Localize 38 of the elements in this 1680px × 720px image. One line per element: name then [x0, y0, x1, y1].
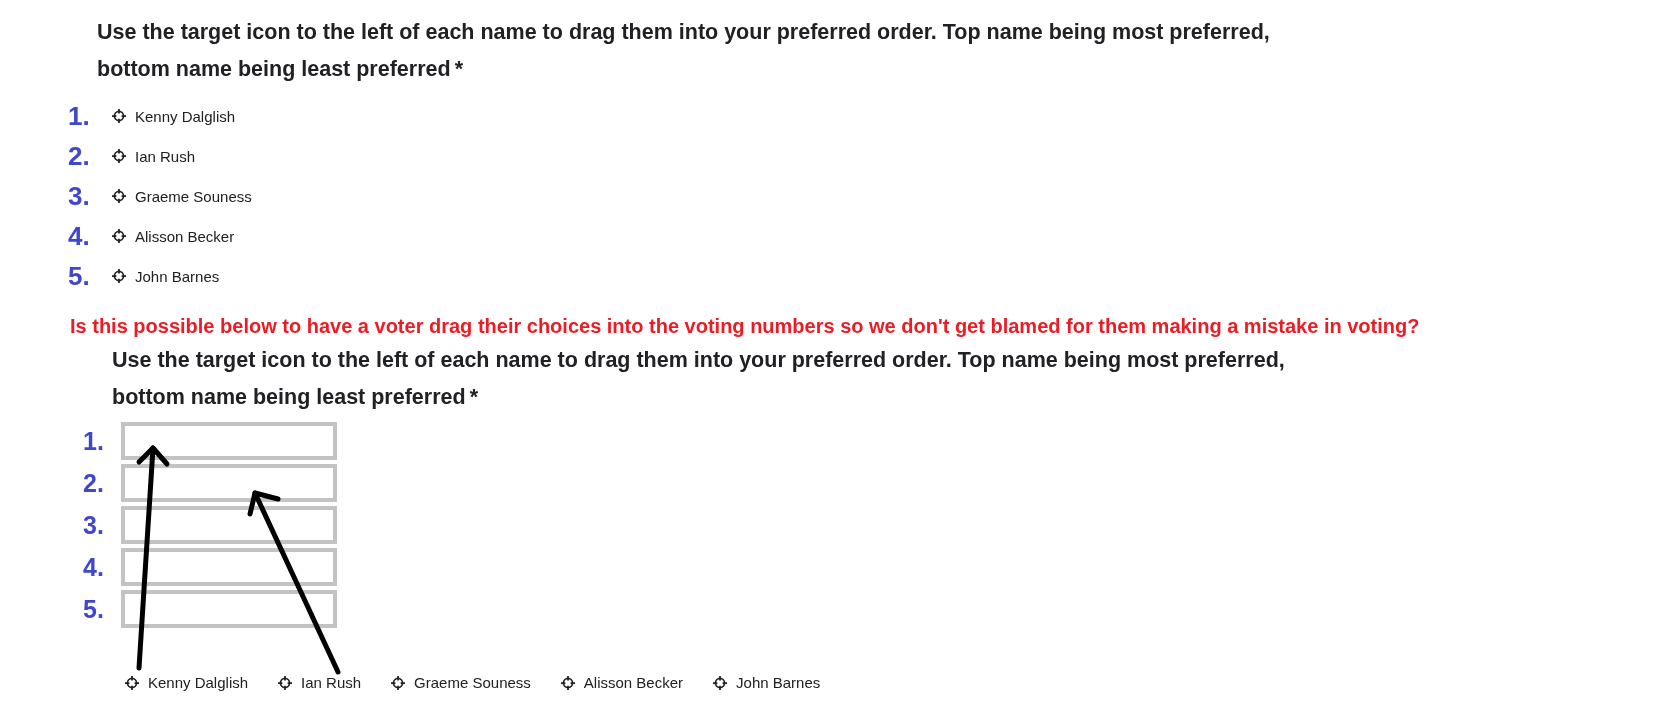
question-text: Use the target icon to the left of each name to drag them into your preferred order. Top name being most preferred, bottom name being least preferred *	[112, 347, 1286, 411]
slot-number: 3.	[83, 510, 105, 540]
crosshair-icon	[112, 189, 126, 203]
crosshair-icon	[112, 149, 126, 163]
rank-number: 1.	[68, 100, 91, 132]
drop-slot[interactable]	[121, 464, 337, 502]
drop-slot[interactable]	[121, 422, 337, 460]
crosshair-icon	[112, 229, 126, 243]
draggable-name[interactable]: Ian Rush	[278, 674, 362, 691]
drop-slot[interactable]	[121, 506, 337, 544]
crosshair-icon	[560, 675, 575, 690]
draggable-name[interactable]: John Barnes	[713, 674, 821, 691]
crosshair-icon	[713, 675, 728, 690]
rank-number: 4.	[68, 220, 91, 252]
draggable-name[interactable]: Graeme Souness	[112, 187, 252, 205]
draggable-name[interactable]: Alisson Becker	[112, 227, 235, 245]
crosshair-icon	[112, 109, 126, 123]
draggable-name[interactable]: Graeme Souness	[391, 674, 531, 691]
slot-number: 2.	[83, 468, 105, 498]
rank-number: 2.	[68, 140, 91, 172]
draggable-name[interactable]: Kenny Dalglish	[125, 674, 249, 691]
slot-number: 4.	[83, 552, 105, 582]
crosshair-icon	[125, 675, 139, 690]
drop-slot[interactable]	[121, 590, 337, 628]
draggable-name[interactable]: Kenny Dalglish	[112, 107, 236, 125]
crosshair-icon	[278, 675, 293, 690]
draggable-name[interactable]: John Barnes	[112, 267, 220, 285]
question-text: Use the target icon to the left of each name to drag them into your preferred order. Top name being most preferred, bottom name being least preferred *	[97, 19, 1271, 83]
draggable-name[interactable]: Ian Rush	[112, 147, 196, 165]
rank-number: 5.	[68, 260, 91, 292]
slot-number: 5.	[83, 594, 105, 624]
crosshair-icon	[112, 269, 126, 283]
rank-number: 3.	[68, 180, 91, 212]
draggable-name[interactable]: Alisson Becker	[560, 674, 684, 691]
drop-slot[interactable]	[121, 548, 337, 586]
slot-number: 1.	[83, 426, 105, 456]
crosshair-icon	[391, 675, 406, 690]
annotation-text: Is this possible below to have a voter drag their choices into the voting numbers so we don't get blamed for them making a mistake in voting?	[70, 314, 1421, 339]
